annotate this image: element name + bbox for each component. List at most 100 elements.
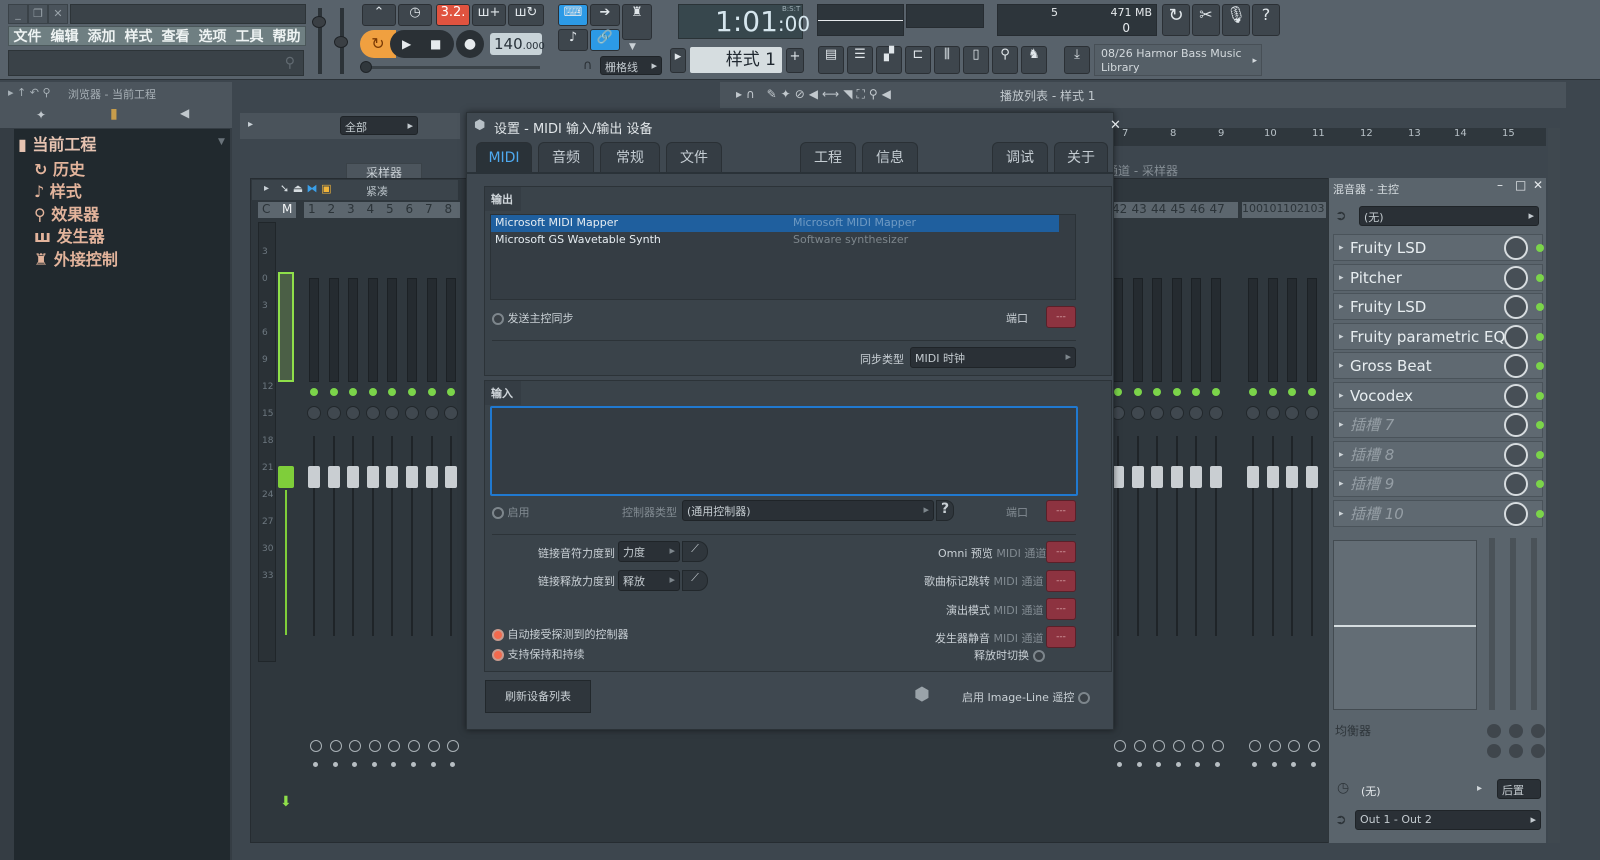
tab-file[interactable]: 文件 [666,142,722,172]
insert-volume-fader[interactable] [1151,466,1164,488]
insert-enable-led[interactable] [427,388,436,396]
input-port-field[interactable]: --- [1046,500,1076,522]
step-seq-button[interactable]: ♪ [558,29,588,51]
insert-enable-led[interactable] [1212,388,1220,396]
insert-delay-icon[interactable] [408,740,420,752]
master-route-arrow-icon[interactable]: ⬇ [280,794,292,810]
insert-volume-fader[interactable] [347,466,360,488]
send-master-sync-toggle[interactable]: 发送主控同步 [492,310,574,326]
eq-knob[interactable] [1531,724,1545,738]
effect-mix-knob[interactable] [1504,413,1528,437]
insert-pan-knob[interactable] [1304,406,1319,420]
insert-delay-icon[interactable] [1212,740,1224,752]
menu-patterns[interactable]: 样式 [125,26,153,46]
insert-enable-led[interactable] [310,388,318,396]
insert-volume-fader[interactable] [1286,466,1299,488]
chevron-right-icon[interactable]: ▸ [1477,783,1482,794]
insert-pan-knob[interactable] [1169,406,1184,420]
recording-arrow-button[interactable]: ➔ [590,4,620,26]
song-marker-channel[interactable]: --- [1046,570,1076,592]
eq-band-slider-low[interactable] [1489,538,1495,710]
insert-enable-led[interactable] [408,388,416,396]
insert-enable-led[interactable] [1114,388,1122,396]
tree-item-remote-control[interactable]: ♜ 外接控制 [34,246,118,270]
download-button[interactable]: ⤓ [1064,46,1090,74]
effect-slot[interactable]: ▸ Fruity LSD [1333,293,1544,320]
tree-item-patterns[interactable]: ♪ 样式 [34,178,82,202]
output-device-list[interactable]: Microsoft MIDI Mapper Microsoft MIDI Map… [490,214,1076,300]
insert-volume-fader[interactable] [1247,466,1259,488]
news-next-icon[interactable]: ▸ [1252,54,1257,68]
effect-enable-led[interactable] [1536,244,1544,252]
effect-slot[interactable]: ▸ 插槽 8 [1333,440,1544,468]
image-line-remote-toggle[interactable]: 启用 Image-Line 遥控 [962,689,1090,705]
chevron-right-icon[interactable]: ▸ [1339,383,1344,409]
insert-enable-led[interactable] [368,388,377,396]
insert-delay-icon[interactable] [427,740,440,752]
insert-enable-led[interactable] [329,388,338,396]
piano-roll-button[interactable]: ▞ [876,46,902,74]
minimize-button[interactable]: _ [8,4,28,24]
playlist-button[interactable]: ▤ [818,46,844,74]
files-icon[interactable]: ▮ [110,106,118,122]
output-port-field[interactable]: --- [1046,306,1076,328]
chevron-right-icon[interactable]: ▸ [1339,235,1344,261]
refresh-devices-button[interactable]: 刷新设备列表 [485,680,591,713]
effect-mix-knob[interactable] [1504,442,1528,467]
master-pitch-handle[interactable] [334,36,348,48]
song-position-handle[interactable] [360,61,372,73]
audio-record-button[interactable]: 🎙 [1222,4,1250,36]
restore-button[interactable]: ❐ [28,4,48,24]
insert-pan-knob[interactable] [365,406,380,420]
insert-pan-knob[interactable] [1246,406,1260,420]
master-fader[interactable] [278,466,294,488]
delay-source-value[interactable]: (无) [1361,783,1381,799]
release-curve-button[interactable]: ⟋ [682,570,708,591]
post-select[interactable]: 后置 [1497,779,1541,799]
eq-knob[interactable] [1487,744,1501,758]
scrollbar[interactable] [1548,128,1560,843]
insert-delay-icon[interactable] [1268,740,1281,752]
insert-volume-fader[interactable] [406,466,418,488]
menu-add[interactable]: 添加 [88,26,116,46]
insert-volume-fader[interactable] [1210,466,1222,488]
insert-volume-fader[interactable] [327,466,340,488]
master-volume-handle[interactable] [312,16,326,28]
insert-route-dot[interactable] [430,762,436,767]
generator-mute-channel[interactable]: --- [1046,626,1076,648]
insert-pan-knob[interactable] [1130,406,1145,420]
link-velocity-select[interactable]: 力度 ▸ [618,541,680,562]
input-device-list[interactable] [490,406,1078,496]
insert-route-dot[interactable] [313,762,318,767]
enable-input-toggle[interactable]: 启用 [492,504,530,520]
effect-mix-knob[interactable] [1504,472,1528,496]
tree-item-generators[interactable]: ш 发生器 [34,223,105,247]
effect-slot[interactable]: ▸ 插槽 9 [1333,470,1544,497]
tab-audio[interactable]: 音频 [538,142,594,172]
insert-pan-knob[interactable] [1265,406,1280,420]
insert-volume-fader[interactable] [1170,466,1183,488]
effect-mix-knob[interactable] [1504,501,1528,526]
insert-delay-icon[interactable] [1172,740,1185,752]
tab-info[interactable]: 信息 [862,142,918,172]
tab-project[interactable]: 工程 [800,142,856,172]
insert-enable-led[interactable] [1268,388,1277,396]
menu-view[interactable]: 查看 [162,26,190,46]
insert-delay-icon[interactable] [1114,740,1126,752]
insert-route-dot[interactable] [1136,762,1142,767]
menu-tools[interactable]: 工具 [236,26,264,46]
tree-root[interactable]: ▮ 当前工程 [18,131,96,155]
chevron-right-icon[interactable]: ▸ [1339,265,1344,291]
chevron-right-icon[interactable]: ▸ [1339,294,1344,320]
undo-history-button[interactable]: ↻ [1162,4,1190,36]
insert-enable-led[interactable] [1307,388,1316,396]
insert-volume-fader[interactable] [1190,466,1203,488]
playlist-tools-icons[interactable]: ▸∩ ✎✦⊘◀⟷◥⛶⚲◀ [736,87,895,102]
speaker-icon[interactable]: ◀ [180,106,189,120]
midi-input-button[interactable]: ♜ [622,4,652,40]
insert-route-dot[interactable] [1175,762,1181,767]
audio-input-select[interactable]: (无) ▸ [1359,206,1539,226]
maximize-icon[interactable]: □ [1515,178,1526,192]
dialog-close-button[interactable]: ✕ [1110,118,1121,133]
tree-item-effects[interactable]: ⚲ 效果器 [34,201,99,225]
